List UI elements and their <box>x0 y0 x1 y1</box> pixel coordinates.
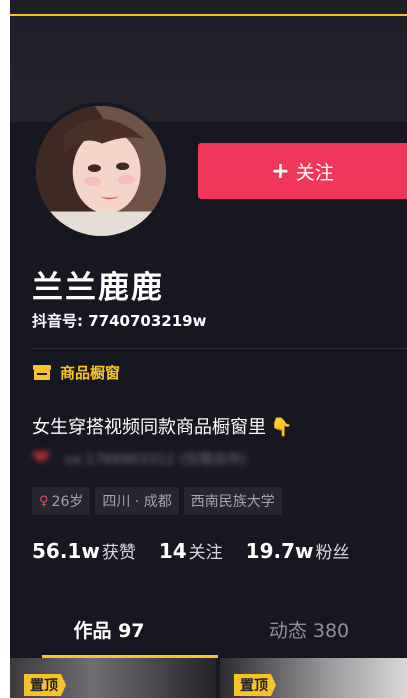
plus-icon: + <box>271 158 290 184</box>
shop-icon <box>33 365 51 380</box>
likes-stat[interactable]: 56.1w 获赞 <box>32 538 136 563</box>
avatar[interactable] <box>32 102 170 240</box>
shop-window-label: 商品橱窗 <box>60 364 121 382</box>
school-tag: 西南民族大学 <box>183 487 282 515</box>
followers-stat[interactable]: 19.7w 粉丝 <box>246 538 350 563</box>
avatar-portrait <box>36 106 166 236</box>
pinned-badge: 置顶 <box>24 674 66 696</box>
follow-button-label: 关注 <box>295 161 334 184</box>
profile-screen: + 关注 兰兰鹿鹿 抖音号: 7740703219w 商品橱窗 女生穿搭视频同款… <box>10 0 407 698</box>
location-tag: 四川 · 成都 <box>95 487 179 515</box>
following-stat[interactable]: 14 关注 <box>159 538 223 563</box>
bio-text: 女生穿搭视频同款商品橱窗里 👇 <box>32 417 293 438</box>
profile-cover <box>10 0 407 122</box>
tab-works[interactable]: 作品 97 <box>10 600 208 658</box>
profile-name: 兰兰鹿鹿 <box>32 270 164 306</box>
video-thumbnail[interactable]: 置顶 <box>220 658 407 698</box>
female-icon: ♀ <box>39 493 49 509</box>
douyin-id-value: 7740703219w <box>88 312 207 330</box>
video-thumbnail[interactable]: 置顶 <box>10 658 216 698</box>
age-tag: ♀ 26岁 <box>32 487 91 515</box>
douyin-id-label: 抖音号 <box>32 312 78 330</box>
shop-window-link[interactable]: 商品橱窗 <box>32 362 120 383</box>
tab-dynamic[interactable]: 动态 380 <box>210 600 407 658</box>
pinned-badge: 置顶 <box>234 674 276 696</box>
section-divider <box>32 348 407 349</box>
status-bar-line <box>10 14 407 16</box>
works-grid: 置顶 置顶 <box>10 658 407 698</box>
profile-stats: 56.1w 获赞 14 关注 19.7w 粉丝 <box>32 538 373 563</box>
douyin-id: 抖音号: 7740703219w <box>32 312 207 330</box>
pointing-down-icon: 👇 <box>270 417 293 438</box>
profile-tags: ♀ 26岁 四川 · 成都 西南民族大学 <box>32 487 282 515</box>
heart-icon: ❤ <box>32 446 51 471</box>
profile-tabs: 作品 97 动态 380 <box>10 600 407 658</box>
blurred-contact: ❤ vx:1766903312 (仅限合作) <box>32 446 247 471</box>
follow-button[interactable]: + 关注 <box>198 143 407 199</box>
